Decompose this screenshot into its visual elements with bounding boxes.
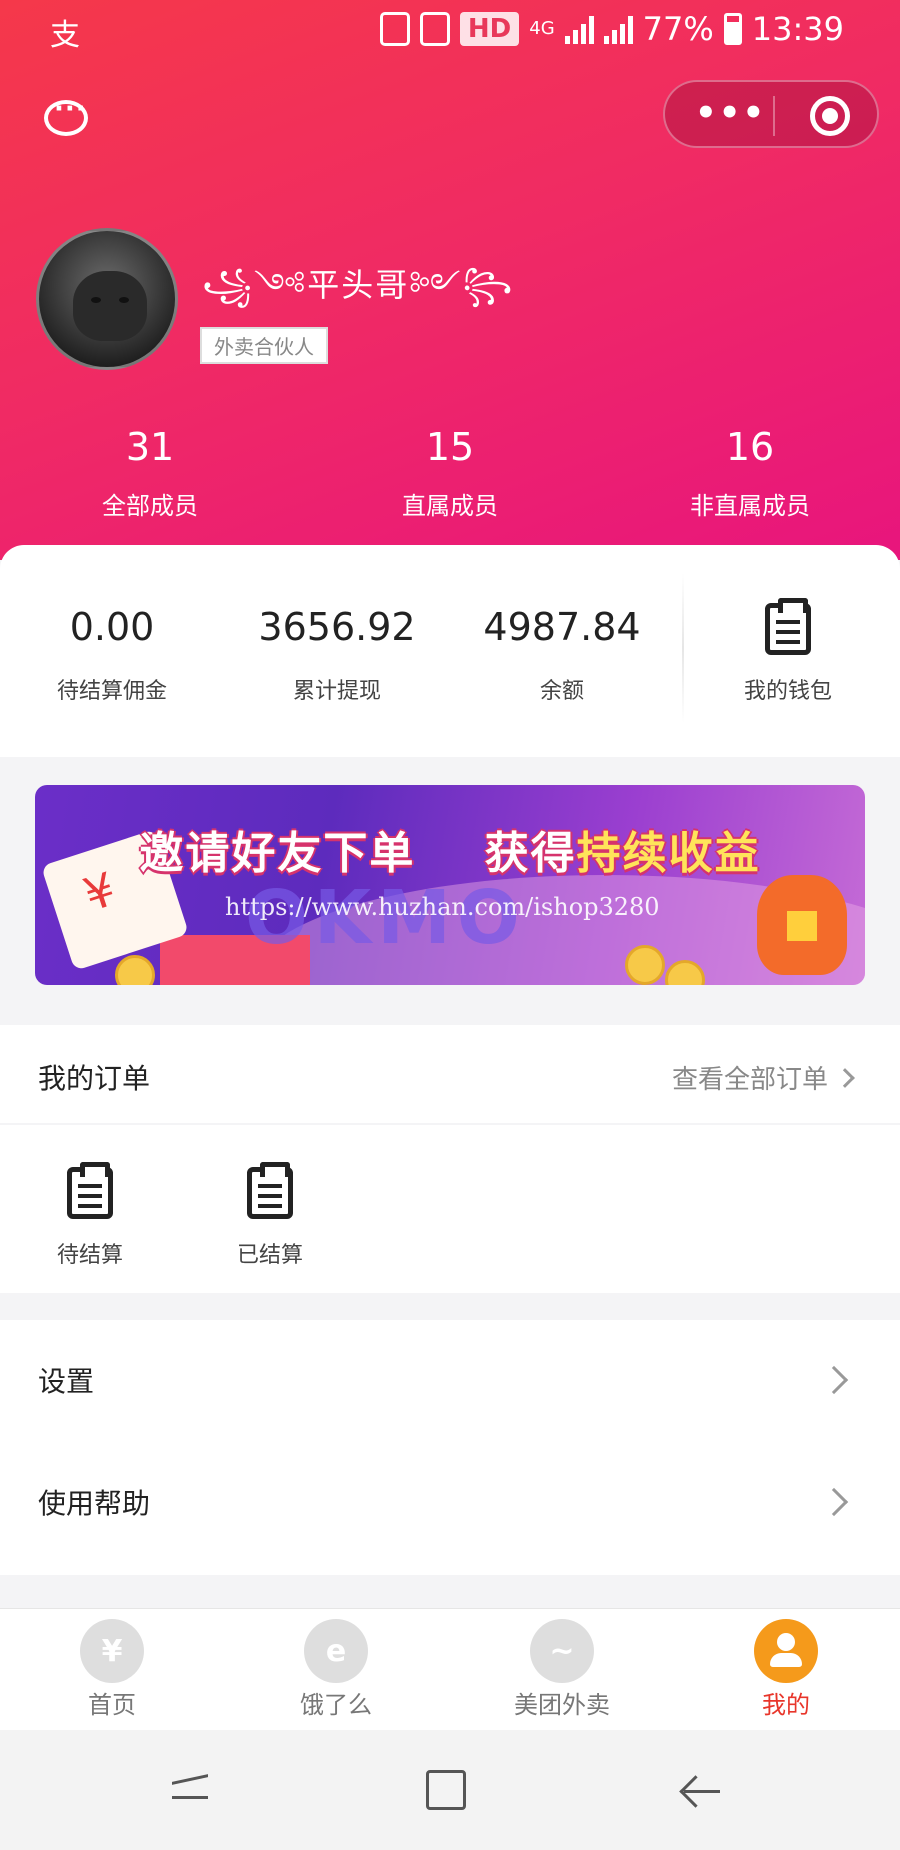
wallet-label: 累计提现 <box>292 679 381 704</box>
wallet-card: 0.00 待结算佣金 3656.92 累计提现 4987.84 余额 我的钱包 <box>0 545 900 757</box>
capsule-divider <box>773 96 775 136</box>
invite-banner[interactable]: ¥ OKMO 邀请好友下单 获得持续收益 https://www.huzhan.… <box>35 785 865 985</box>
close-target-icon[interactable] <box>810 96 850 136</box>
coin-image <box>115 955 155 985</box>
orders-header: 我的订单 查看全部订单 <box>0 1025 900 1123</box>
menu-item-label: 设置 <box>38 1365 95 1398</box>
recycle-icon <box>379 12 410 46</box>
battery-icon <box>723 13 742 45</box>
miniprogram-capsule: ••• <box>663 80 879 148</box>
order-pending-button[interactable]: 待结算 <box>30 1162 150 1269</box>
tab-mine[interactable]: 我的 <box>706 1619 866 1720</box>
recent-apps-icon[interactable] <box>172 1770 216 1814</box>
menu-item-label: 使用帮助 <box>38 1487 151 1520</box>
order-item-label: 已结算 <box>236 1243 303 1268</box>
nfc-icon <box>419 12 450 46</box>
tab-eleme[interactable]: e 饿了么 <box>256 1619 416 1720</box>
tab-label: 我的 <box>762 1691 810 1719</box>
chevron-right-icon <box>819 1487 849 1517</box>
stat-indirect-members[interactable]: 16 非直属成员 <box>600 420 900 521</box>
username-decor-right: ༻꧂ <box>409 266 515 304</box>
tab-label: 美团外卖 <box>514 1691 610 1719</box>
stat-value: 31 <box>125 425 175 469</box>
wallet-label: 余额 <box>539 679 584 704</box>
more-icon[interactable]: ••• <box>695 96 764 130</box>
clock: 13:39 <box>751 10 844 48</box>
role-badge: 外卖合伙人 <box>200 327 328 364</box>
money-bag-image <box>757 875 847 975</box>
tab-label: 首页 <box>88 1691 136 1719</box>
stat-direct-members[interactable]: 15 直属成员 <box>300 420 600 521</box>
stat-all-members[interactable]: 31 全部成员 <box>0 420 300 521</box>
orders-title: 我的订单 <box>38 1062 151 1095</box>
bottom-tab-bar: ¥ 首页 e 饿了么 ~ 美团外卖 我的 <box>0 1608 900 1730</box>
hd-badge: HD <box>459 12 520 46</box>
clipboard-icon <box>247 1162 293 1219</box>
stat-label: 全部成员 <box>102 492 198 520</box>
wallet-balance[interactable]: 4987.84 余额 <box>452 605 672 705</box>
chevron-right-icon <box>819 1365 849 1395</box>
stat-label: 直属成员 <box>402 492 498 520</box>
status-icons: HD 4G 77% 13:39 <box>379 10 844 48</box>
receipt-icon: ¥ <box>80 1619 144 1683</box>
coin-image <box>625 945 665 985</box>
banner-title: 邀请好友下单 获得持续收益 <box>35 817 865 881</box>
stat-value: 15 <box>425 425 475 469</box>
menu-item-help[interactable]: 使用帮助 <box>0 1442 900 1562</box>
settings-menu: 设置 使用帮助 <box>0 1320 900 1575</box>
wallet-value: 0.00 <box>69 605 155 649</box>
tab-meituan[interactable]: ~ 美团外卖 <box>482 1619 642 1720</box>
network-type: 4G <box>529 18 555 39</box>
avatar-eye <box>119 297 129 303</box>
kangaroo-icon: ~ <box>530 1619 594 1683</box>
stat-label: 非直属成员 <box>690 492 810 520</box>
avatar[interactable] <box>36 228 178 370</box>
banner-title-part1: 邀请好友下单 <box>139 828 416 879</box>
wallet-value: 3656.92 <box>258 605 416 649</box>
order-item-label: 待结算 <box>56 1243 123 1268</box>
chevron-right-icon <box>835 1067 855 1088</box>
eleme-icon: e <box>304 1619 368 1683</box>
alipay-status-icon: 支 <box>50 18 80 53</box>
view-all-orders-label: 查看全部订单 <box>671 1065 828 1095</box>
view-all-orders-link[interactable]: 查看全部订单 <box>671 1059 855 1096</box>
stat-value: 16 <box>725 425 775 469</box>
system-nav-bar <box>0 1730 900 1850</box>
user-icon <box>754 1619 818 1683</box>
avatar-eye <box>91 297 101 303</box>
wallet-clipboard-icon <box>765 598 811 655</box>
home-icon[interactable] <box>426 1770 466 1810</box>
username-text: 平头哥 <box>307 266 410 304</box>
my-wallet-button[interactable]: 我的钱包 <box>700 598 876 705</box>
avatar-face <box>73 271 147 341</box>
orders-list: 待结算 已结算 <box>0 1125 900 1293</box>
member-stats: 31 全部成员 15 直属成员 16 非直属成员 <box>0 420 900 521</box>
back-icon[interactable] <box>680 1770 724 1814</box>
watermark: https://www.huzhan.com/ishop3280 <box>225 893 660 921</box>
tab-home[interactable]: ¥ 首页 <box>32 1619 192 1720</box>
my-wallet-label: 我的钱包 <box>743 679 832 704</box>
order-settled-button[interactable]: 已结算 <box>210 1162 330 1269</box>
status-bar: 支 HD 4G 77% 13:39 <box>0 0 900 62</box>
signal-icon-2 <box>603 14 633 44</box>
wallet-total-withdrawn[interactable]: 3656.92 累计提现 <box>227 605 447 705</box>
clipboard-icon <box>67 1162 113 1219</box>
username-decor-left: ꧁༺ <box>202 266 308 304</box>
wallet-divider <box>682 573 684 723</box>
wallet-pending-commission[interactable]: 0.00 待结算佣金 <box>2 605 222 705</box>
banner-title-highlight: 持续收益 <box>576 828 761 879</box>
chat-icon[interactable] <box>44 94 88 136</box>
battery-percent: 77% <box>642 10 714 48</box>
wallet-label: 待结算佣金 <box>56 679 167 704</box>
banner-title-part2: 获得 <box>484 828 577 879</box>
signal-icon <box>564 14 594 44</box>
wallet-value: 4987.84 <box>483 605 641 649</box>
menu-item-settings[interactable]: 设置 <box>0 1320 900 1440</box>
tab-label: 饿了么 <box>300 1691 372 1719</box>
